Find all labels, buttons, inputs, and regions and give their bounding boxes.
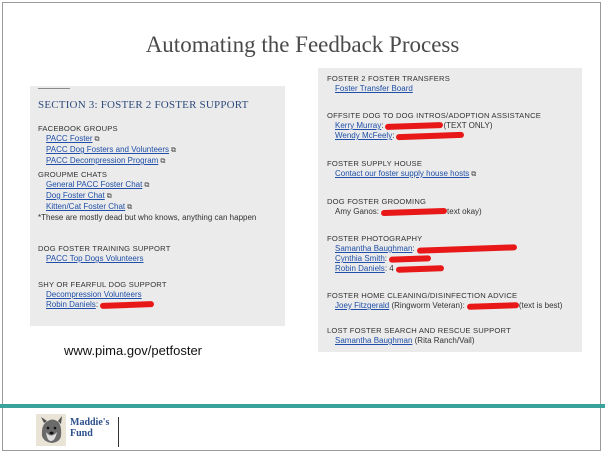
shy-dog-support-section: SHY OR FEARFUL DOG SUPPORT Decompression…	[38, 280, 167, 310]
redaction-mark	[385, 121, 444, 130]
list-item: Foster Transfer Board	[327, 84, 450, 94]
list-item: Kerry Murray: (TEXT ONLY)	[335, 121, 493, 130]
list-item: PACC Foster ⧉	[38, 134, 176, 145]
external-link-icon: ⧉	[94, 136, 100, 143]
redaction-mark	[396, 131, 465, 141]
external-link-icon: ⧉	[127, 204, 133, 211]
grooming-section: DOG FOSTER GROOMING Amy Ganos: text okay)	[327, 197, 482, 217]
group-title: FOSTER SUPPLY HOUSE	[327, 159, 423, 168]
group-title: FOSTER PHOTOGRAPHY	[327, 234, 423, 243]
list-item: PACC Dog Fosters and Volunteers ⧉	[38, 145, 176, 156]
external-link-icon: ⧉	[160, 158, 166, 165]
group-title: DOG FOSTER TRAINING SUPPORT	[38, 244, 171, 253]
pacc-decompression-link[interactable]: PACC Decompression Program	[46, 156, 158, 165]
external-link-icon: ⧉	[144, 182, 150, 189]
redaction-mark	[380, 207, 448, 217]
samantha-baughman-search-link[interactable]: Samantha Baughman	[335, 336, 412, 345]
top-dogs-link[interactable]: PACC Top Dogs Volunteers	[46, 254, 144, 263]
right-content-panel: FOSTER 2 FOSTER TRANSFERS Foster Transfe…	[318, 68, 582, 352]
maddies-fund-logo: Maddie's Fund	[36, 414, 156, 452]
logo-text-line1: Maddie's	[70, 417, 110, 428]
group-title: DOG FOSTER GROOMING	[327, 197, 427, 206]
amy-ganos-name: Amy Ganos:	[335, 207, 380, 216]
rita-ranch-note: (Rita Ranch/Vail)	[414, 336, 475, 345]
groupme-note: *These are mostly dead but who knows, an…	[38, 213, 257, 222]
group-title: FACEBOOK GROUPS	[38, 124, 118, 133]
list-item: Robin Daniels: 4	[327, 264, 517, 274]
list-item: Wendy McFeely:	[327, 131, 541, 141]
robin-daniels-link[interactable]: Robin Daniels	[46, 300, 96, 309]
group-title: SHY OR FEARFUL DOG SUPPORT	[38, 280, 167, 289]
list-item: Dog Foster Chat ⧉	[38, 191, 256, 202]
redaction-mark	[99, 300, 155, 309]
photography-section: FOSTER PHOTOGRAPHY Samantha Baughman: Cy…	[327, 234, 517, 274]
list-item: Decompression Volunteers	[38, 290, 167, 300]
training-support-section: DOG FOSTER TRAINING SUPPORT PACC Top Dog…	[38, 244, 171, 264]
wendy-mcfeely-link[interactable]: Wendy McFeely	[335, 131, 392, 140]
dog-intros-section: OFFSITE DOG TO DOG INTROS/ADOPTION ASSIS…	[327, 111, 541, 141]
joey-fitzgerald-link[interactable]: Joey Fitzgerald	[335, 301, 389, 310]
general-foster-chat-link[interactable]: General PACC Foster Chat	[46, 180, 142, 189]
website-url[interactable]: www.pima.gov/petfoster	[64, 343, 202, 358]
external-link-icon: ⧉	[106, 193, 112, 200]
external-link-icon: ⧉	[171, 147, 177, 154]
samantha-baughman-link[interactable]: Samantha Baughman	[335, 244, 412, 253]
list-item: Cynthia Smith:	[327, 254, 517, 264]
redaction-mark	[395, 265, 444, 273]
group-title: FOSTER 2 FOSTER TRANSFERS	[327, 74, 450, 83]
redaction-mark	[388, 255, 432, 263]
group-title: GROUPME CHATS	[38, 170, 108, 179]
list-item: Samantha Baughman (Rita Ranch/Vail)	[327, 336, 511, 346]
list-item: Samantha Baughman:	[327, 244, 517, 254]
list-item: Amy Ganos: text okay)	[327, 207, 482, 217]
redaction-mark	[416, 244, 517, 254]
list-item: PACC Top Dogs Volunteers	[38, 254, 171, 264]
partial-number: 4	[389, 264, 394, 273]
kerry-murray-link[interactable]: Kerry Murray	[335, 121, 381, 130]
list-item: Robin Daniels:	[38, 300, 167, 310]
supply-house-section: FOSTER SUPPLY HOUSE Contact our foster s…	[327, 159, 476, 180]
slide-title: Automating the Feedback Process	[145, 32, 460, 57]
list-item: Kitten/Cat Foster Chat ⧉	[38, 202, 256, 213]
divider	[38, 88, 70, 89]
slide: Automating the Feedback Process SECTION …	[0, 0, 605, 455]
text-only-note: (TEXT ONLY)	[443, 121, 493, 130]
lost-foster-section: LOST FOSTER SEARCH AND RESCUE SUPPORT Sa…	[327, 326, 511, 346]
left-content-panel: SECTION 3: FOSTER 2 FOSTER SUPPORT FACEB…	[30, 86, 285, 326]
list-item: General PACC Foster Chat ⧉	[38, 180, 256, 191]
list-item: Contact our foster supply house hosts ⧉	[327, 169, 476, 180]
pacc-foster-link[interactable]: PACC Foster	[46, 134, 93, 143]
logo-divider	[118, 417, 119, 447]
group-title: OFFSITE DOG TO DOG INTROS/ADOPTION ASSIS…	[327, 111, 542, 120]
cleaning-advice-section: FOSTER HOME CLEANING/DISINFECTION ADVICE…	[327, 291, 562, 311]
groupme-chats-section: GROUPME CHATS General PACC Foster Chat ⧉ …	[38, 170, 256, 223]
decompression-volunteers-link[interactable]: Decompression Volunteers	[46, 290, 142, 299]
cynthia-smith-link[interactable]: Cynthia Smith	[335, 254, 385, 263]
foster-transfers-section: FOSTER 2 FOSTER TRANSFERS Foster Transfe…	[327, 74, 450, 94]
robin-daniels-photo-link[interactable]: Robin Daniels	[335, 264, 385, 273]
text-best-note: (text is best)	[518, 301, 563, 310]
redaction-mark	[466, 301, 519, 310]
external-link-icon: ⧉	[471, 171, 477, 178]
group-title: LOST FOSTER SEARCH AND RESCUE SUPPORT	[327, 326, 511, 335]
group-title: FOSTER HOME CLEANING/DISINFECTION ADVICE	[327, 291, 518, 300]
kitten-cat-chat-link[interactable]: Kitten/Cat Foster Chat	[46, 202, 125, 211]
maddies-fund-dog-logo	[36, 414, 66, 446]
dog-foster-chat-link[interactable]: Dog Foster Chat	[46, 191, 105, 200]
list-item: PACC Decompression Program ⧉	[38, 156, 176, 167]
pacc-dog-fosters-link[interactable]: PACC Dog Fosters and Volunteers	[46, 145, 169, 154]
text-okay-note: text okay)	[447, 207, 482, 216]
section-heading: SECTION 3: FOSTER 2 FOSTER SUPPORT	[38, 99, 249, 111]
facebook-groups-section: FACEBOOK GROUPS PACC Foster ⧉ PACC Dog Fo…	[38, 124, 176, 167]
list-item: Joey Fitzgerald (Ringworm Veteran): (text…	[327, 301, 562, 311]
logo-text-line2: Fund	[70, 428, 93, 439]
ringworm-veteran-note: (Ringworm Veteran):	[391, 301, 465, 310]
footer-bar	[0, 404, 605, 408]
logo-text: Maddie's Fund	[70, 417, 109, 439]
supply-house-hosts-link[interactable]: Contact our foster supply house hosts	[335, 169, 469, 178]
foster-transfer-board-link[interactable]: Foster Transfer Board	[335, 84, 413, 93]
